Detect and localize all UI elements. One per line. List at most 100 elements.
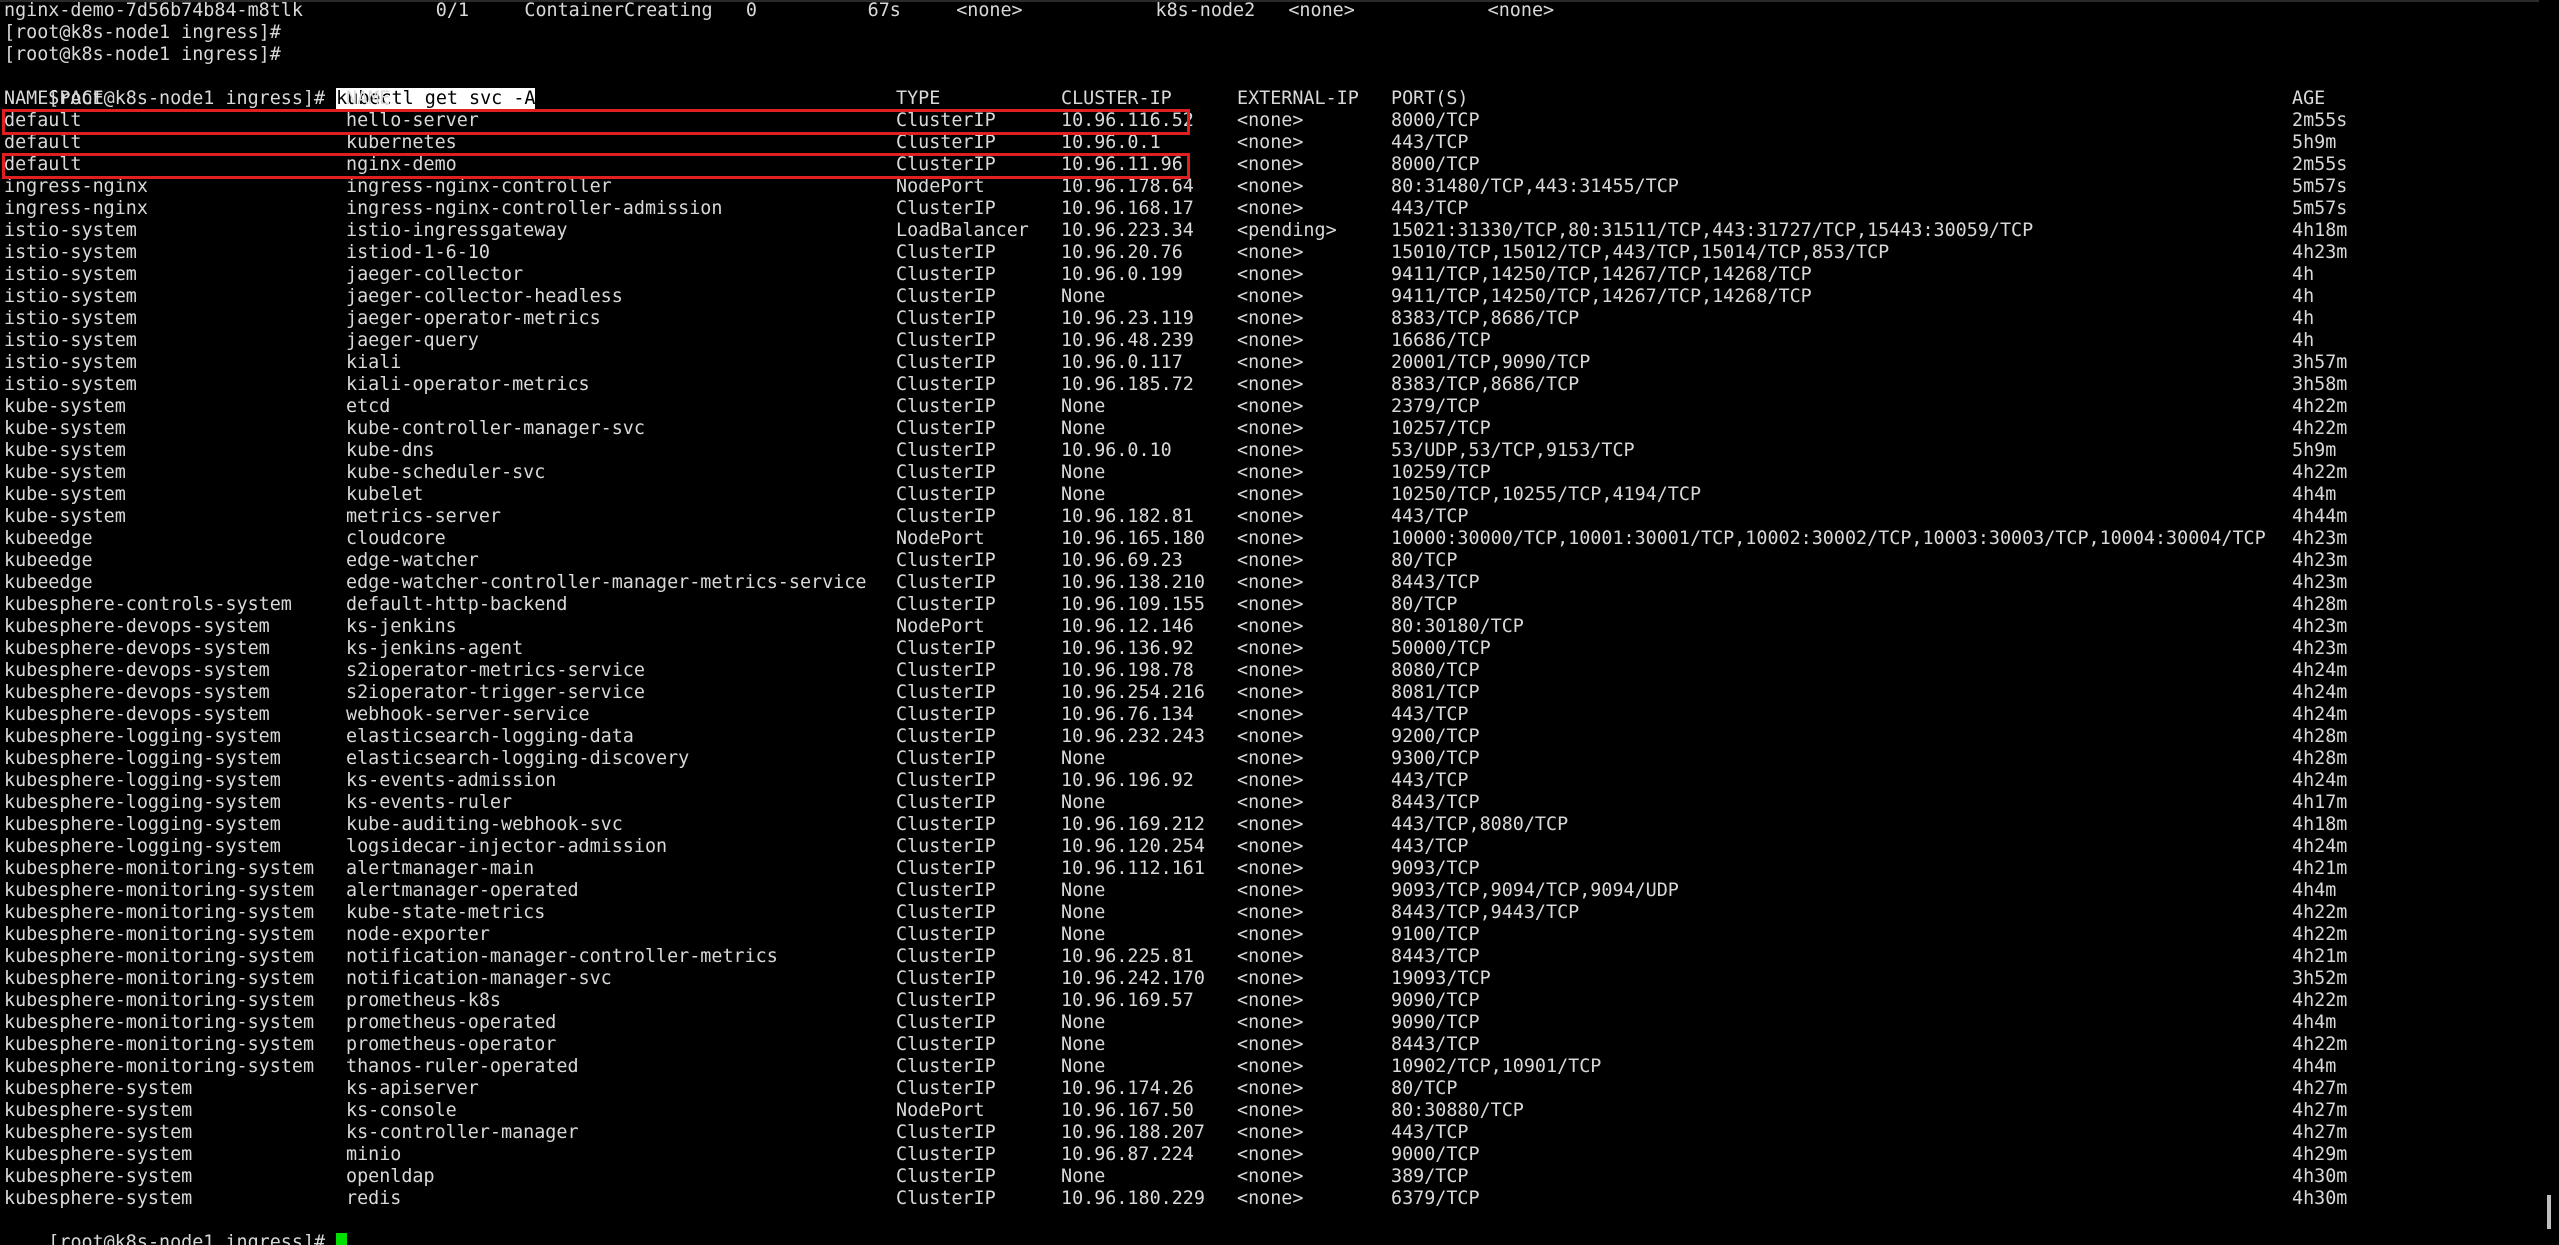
table-row: kubesphere-controls-system default-http-b… — [0, 594, 2520, 616]
cell-age: 4h23m — [2292, 638, 2348, 659]
cell-ports: 9090/TCP — [1391, 990, 1480, 1011]
table-row: kubeedge edge-watcher-controller-manager-… — [0, 572, 2520, 594]
cell-type: ClusterIP — [896, 132, 996, 153]
cell-type: NodePort — [896, 616, 985, 637]
cell-cluster-ip: 10.96.180.229 — [1061, 1188, 1205, 1209]
cell-namespace: istio-system — [4, 286, 137, 307]
cell-type: ClusterIP — [896, 1188, 996, 1209]
cell-age: 4h30m — [2292, 1188, 2348, 1209]
cell-ports: 9200/TCP — [1391, 726, 1480, 747]
cell-age: 4h28m — [2292, 594, 2348, 615]
cell-ports: 8383/TCP,8686/TCP — [1391, 374, 1580, 395]
table-row: kubesphere-devops-system s2ioperator-metr… — [0, 660, 2520, 682]
cell-age: 3h57m — [2292, 352, 2348, 373]
table-row: kubesphere-monitoring-system prometheus-o… — [0, 1012, 2520, 1034]
output-line: [root@k8s-node1 ingress]# — [4, 22, 281, 43]
cell-name: jaeger-collector — [346, 264, 524, 285]
cell-cluster-ip: 10.96.0.199 — [1061, 264, 1183, 285]
cell-age: 5m57s — [2292, 176, 2348, 197]
cell-external-ip: <none> — [1237, 990, 1304, 1011]
cell-type: ClusterIP — [896, 396, 996, 417]
cell-namespace: istio-system — [4, 264, 137, 285]
cell-external-ip: <none> — [1237, 352, 1304, 373]
cell-type: ClusterIP — [896, 1122, 996, 1143]
cell-type: ClusterIP — [896, 660, 996, 681]
cell-name: kube-state-metrics — [346, 902, 546, 923]
cell-namespace: kubesphere-system — [4, 1188, 193, 1209]
cell-name: ks-console — [346, 1100, 457, 1121]
cell-cluster-ip: None — [1061, 880, 1106, 901]
cell-type: ClusterIP — [896, 990, 996, 1011]
cell-external-ip: <none> — [1237, 1078, 1304, 1099]
cell-namespace: kubesphere-logging-system — [4, 770, 281, 791]
cell-namespace: kubesphere-monitoring-system — [4, 880, 315, 901]
cell-age: 4h23m — [2292, 528, 2348, 549]
cell-cluster-ip: None — [1061, 1012, 1106, 1033]
cell-namespace: kubesphere-monitoring-system — [4, 902, 315, 923]
cell-external-ip: <none> — [1237, 484, 1304, 505]
cell-ports: 8000/TCP — [1391, 154, 1480, 175]
table-row: kubesphere-system ks-console NodePort 10.96… — [0, 1100, 2520, 1122]
cell-age: 5m57s — [2292, 198, 2348, 219]
cell-ports: 15010/TCP,15012/TCP,443/TCP,15014/TCP,85… — [1391, 242, 1890, 263]
cell-ports: 9300/TCP — [1391, 748, 1480, 769]
row-highlight-box — [2, 109, 1190, 135]
cell-ports: 53/UDP,53/TCP,9153/TCP — [1391, 440, 1635, 461]
cell-namespace: kube-system — [4, 484, 126, 505]
cell-age: 4h29m — [2292, 1144, 2348, 1165]
cell-age: 4h24m — [2292, 836, 2348, 857]
cell-cluster-ip: None — [1061, 924, 1106, 945]
terminal-window[interactable]: nginx-demo-7d56b74b84-m8tlk 0/1 Containe… — [0, 0, 2559, 1245]
cell-type: ClusterIP — [896, 462, 996, 483]
cell-type: ClusterIP — [896, 286, 996, 307]
cell-external-ip: <none> — [1237, 110, 1304, 131]
cell-name: kiali-operator-metrics — [346, 374, 590, 395]
cell-external-ip: <none> — [1237, 858, 1304, 879]
scrollbar-thumb[interactable] — [2547, 1195, 2551, 1229]
cell-age: 4h21m — [2292, 946, 2348, 967]
cell-age: 5h9m — [2292, 132, 2337, 153]
cell-type: ClusterIP — [896, 418, 996, 439]
cell-name: elasticsearch-logging-data — [346, 726, 634, 747]
table-row: istio-system kiali-operator-metrics Cluste… — [0, 374, 2520, 396]
cell-name: prometheus-operated — [346, 1012, 557, 1033]
table-row: kubesphere-system ks-controller-manager Cl… — [0, 1122, 2520, 1144]
cell-name: ks-apiserver — [346, 1078, 479, 1099]
cell-cluster-ip: 10.96.254.216 — [1061, 682, 1205, 703]
table-row: istio-system jaeger-query ClusterIP 10.96.4… — [0, 330, 2520, 352]
cell-age: 4h — [2292, 308, 2315, 329]
cell-ports: 8000/TCP — [1391, 110, 1480, 131]
cell-cluster-ip: None — [1061, 1166, 1106, 1187]
cell-namespace: default — [4, 132, 82, 153]
cell-ports: 19093/TCP — [1391, 968, 1491, 989]
table-row: kubesphere-system ks-apiserver ClusterIP 10… — [0, 1078, 2520, 1100]
cell-name: alertmanager-main — [346, 858, 535, 879]
cell-cluster-ip: 10.96.185.72 — [1061, 374, 1194, 395]
cell-cluster-ip: 10.96.76.134 — [1061, 704, 1194, 725]
header-age: AGE — [2292, 88, 2326, 109]
cell-namespace: istio-system — [4, 330, 137, 351]
table-row: kubesphere-logging-system elasticsearch-l… — [0, 748, 2520, 770]
cell-age: 2m55s — [2292, 110, 2348, 131]
cell-type: ClusterIP — [896, 726, 996, 747]
cell-age: 4h28m — [2292, 726, 2348, 747]
cell-namespace: ingress-nginx — [4, 198, 148, 219]
scrollbar[interactable] — [2539, 0, 2559, 1245]
cell-cluster-ip: None — [1061, 792, 1106, 813]
cell-namespace: kubesphere-monitoring-system — [4, 1034, 315, 1055]
cell-ports: 10257/TCP — [1391, 418, 1491, 439]
cell-type: ClusterIP — [896, 264, 996, 285]
cell-name: ingress-nginx-controller — [346, 176, 612, 197]
cell-external-ip: <none> — [1237, 330, 1304, 351]
cell-age: 4h22m — [2292, 990, 2348, 1011]
cell-type: ClusterIP — [896, 440, 996, 461]
cell-age: 2m55s — [2292, 154, 2348, 175]
cell-cluster-ip: None — [1061, 748, 1106, 769]
cell-cluster-ip: 10.96.169.212 — [1061, 814, 1205, 835]
cell-age: 4h18m — [2292, 814, 2348, 835]
cell-cluster-ip: 10.96.174.26 — [1061, 1078, 1194, 1099]
cell-age: 4h44m — [2292, 506, 2348, 527]
table-row: kubesphere-logging-system ks-events-admis… — [0, 770, 2520, 792]
table-row: kubesphere-logging-system kube-auditing-w… — [0, 814, 2520, 836]
cell-name: kubelet — [346, 484, 424, 505]
